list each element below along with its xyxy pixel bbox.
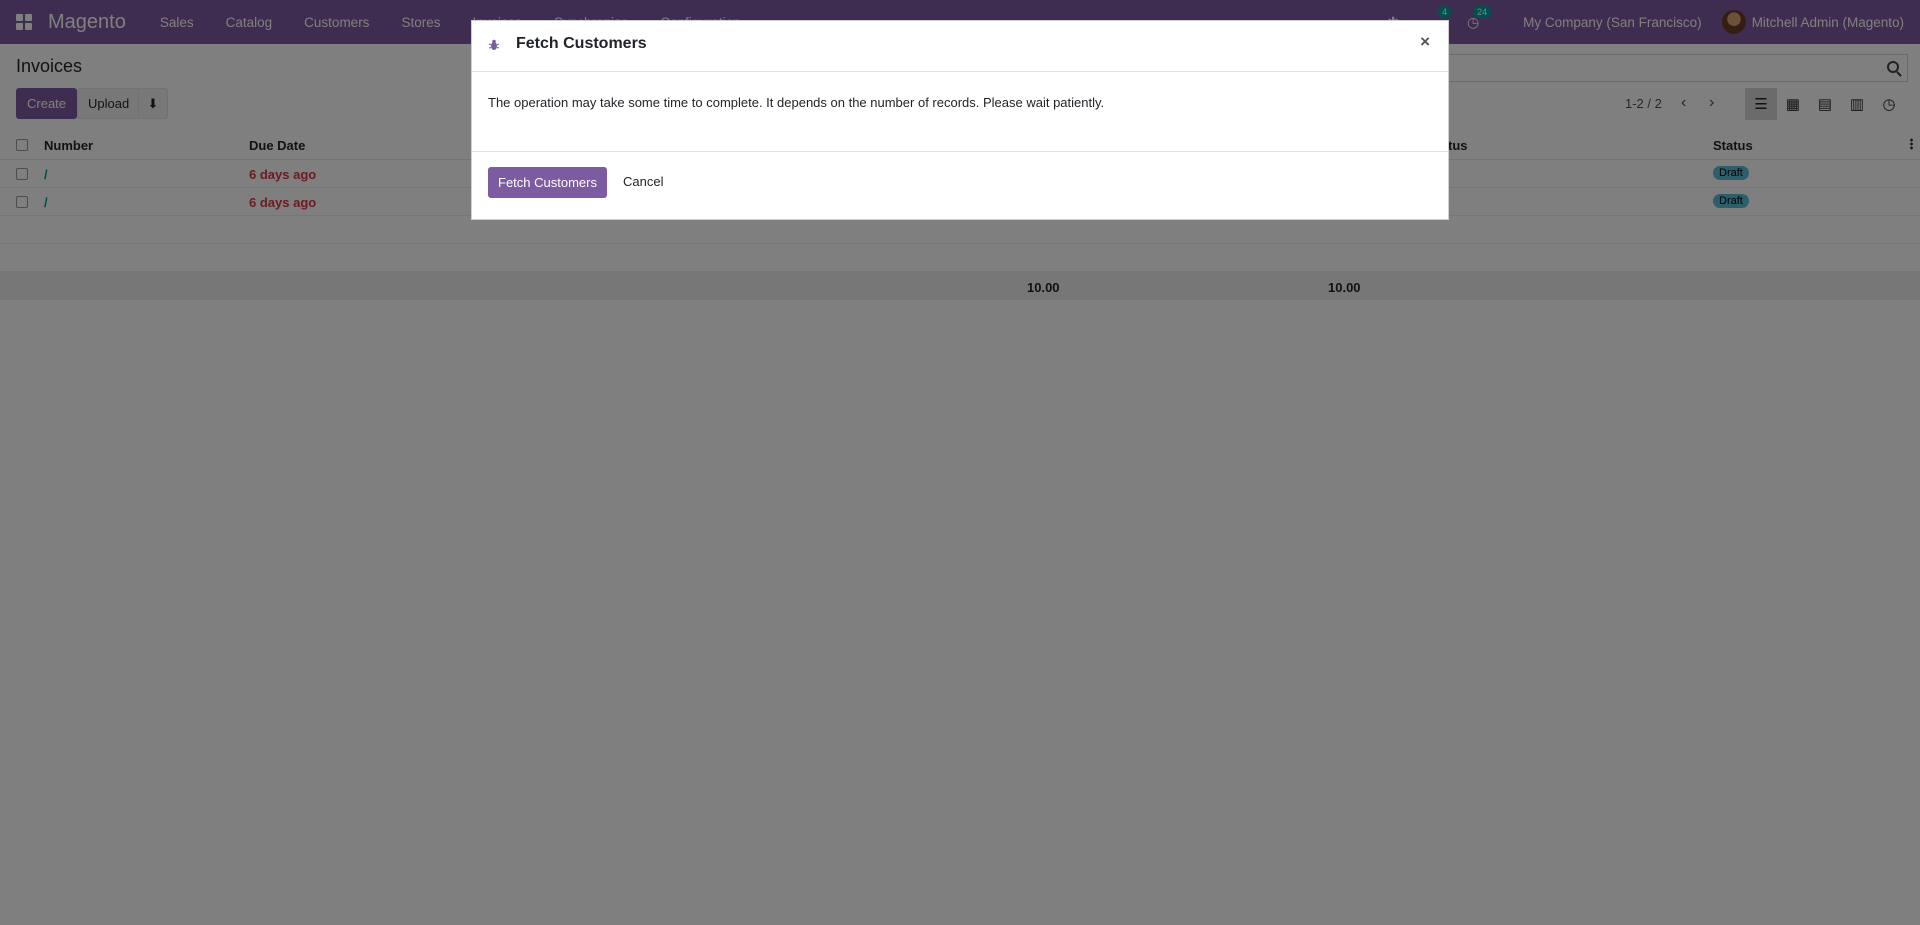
modal-footer: Fetch Customers Cancel (472, 152, 1448, 220)
modal-body: The operation may take some time to comp… (472, 72, 1448, 152)
fetch-customers-dialog: Fetch Customers × The operation may take… (471, 20, 1449, 220)
fetch-customers-button[interactable]: Fetch Customers (488, 167, 607, 198)
cancel-button[interactable]: Cancel (623, 174, 663, 189)
modal-title: Fetch Customers (516, 35, 647, 52)
modal-message: The operation may take some time to comp… (488, 95, 1105, 110)
modal-header: Fetch Customers × (472, 21, 1448, 72)
close-icon[interactable]: × (1420, 32, 1430, 52)
bug-icon (489, 39, 499, 50)
